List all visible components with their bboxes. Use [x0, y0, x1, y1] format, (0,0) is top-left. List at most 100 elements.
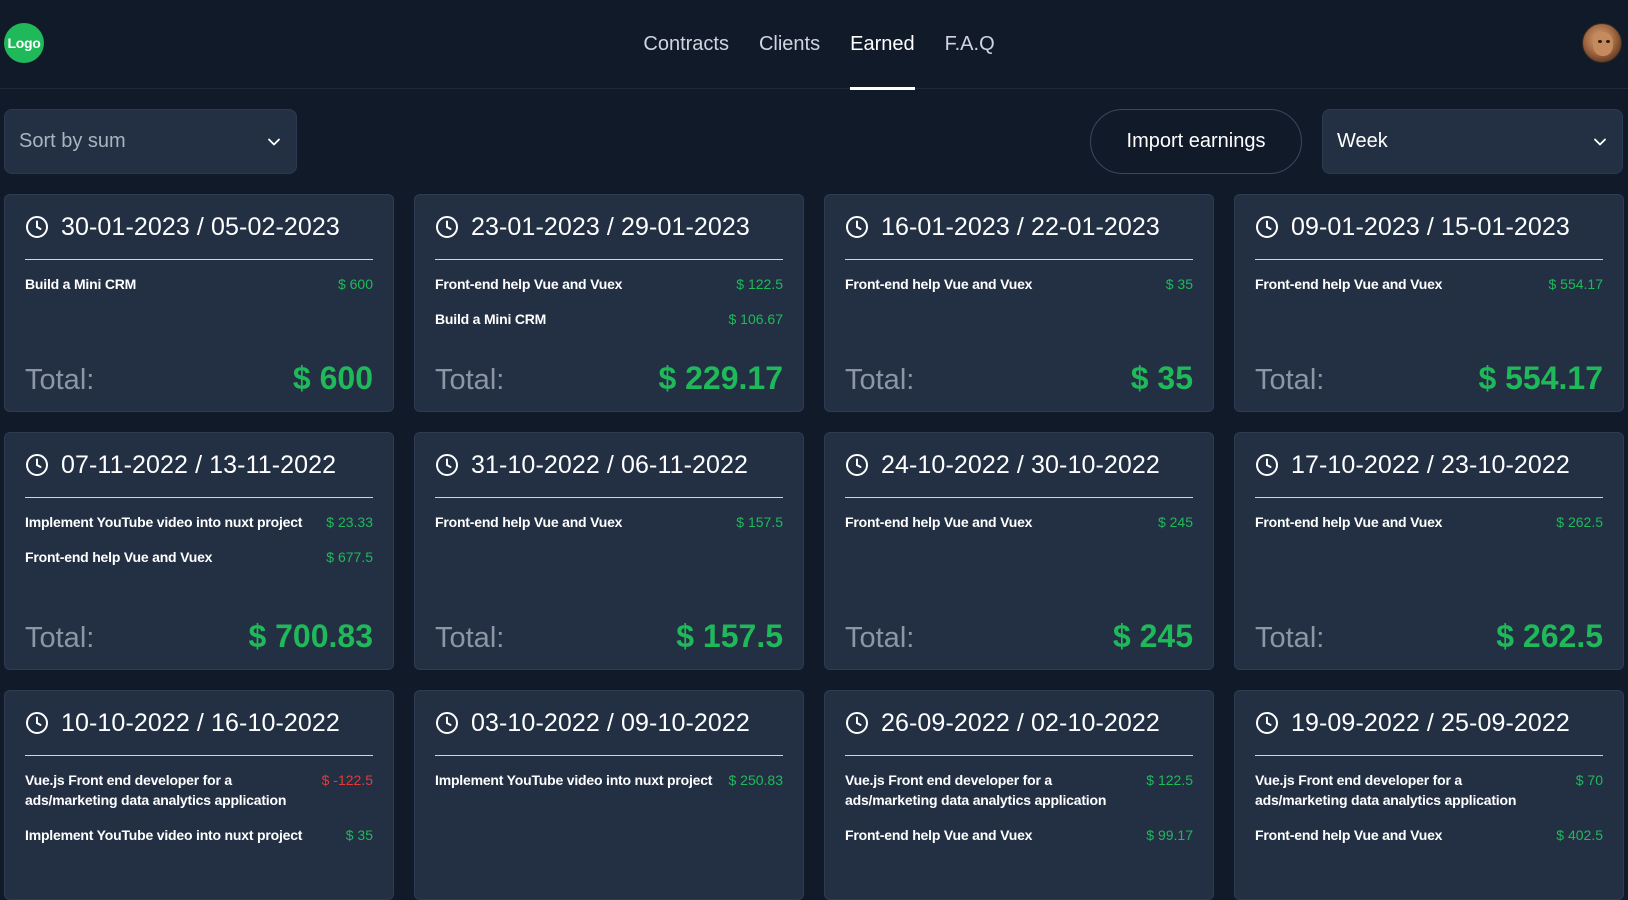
card-items: Implement YouTube video into nuxt projec… [25, 498, 373, 567]
user-avatar[interactable] [1582, 23, 1622, 63]
list-item: Implement YouTube video into nuxt projec… [25, 825, 373, 845]
avatar-eye [1598, 40, 1602, 43]
list-item: Front-end help Vue and Vuex $ 554.17 [1255, 274, 1603, 294]
total-label: Total: [435, 364, 505, 396]
earning-card: 03-10-2022 / 09-10-2022 Implement YouTube… [414, 690, 804, 900]
item-name: Build a Mini CRM [25, 276, 137, 292]
total-label: Total: [845, 622, 915, 654]
card-header: 23-01-2023 / 29-01-2023 [435, 195, 783, 260]
nav-earned[interactable]: Earned [850, 0, 915, 90]
card-items: Front-end help Vue and Vuex $ 35 [845, 260, 1193, 294]
item-name: Front-end help Vue and Vuex [845, 276, 1033, 292]
total-value: $ 600 [292, 360, 373, 396]
clock-icon [846, 712, 868, 734]
card-total: Total: $ 262.5 [1255, 618, 1603, 655]
avatar-face [1593, 32, 1613, 56]
card-header: 26-09-2022 / 02-10-2022 [845, 691, 1193, 756]
top-header: Logo Contracts Clients Earned F.A.Q [0, 0, 1628, 90]
clock-icon [846, 454, 868, 476]
list-item: Front-end help Vue and Vuex $ 262.5 [1255, 512, 1603, 532]
card-header: 03-10-2022 / 09-10-2022 [435, 691, 783, 756]
item-amount: $ 35 [345, 827, 373, 843]
clock-icon [846, 216, 868, 238]
clock-icon [1256, 712, 1278, 734]
clock-icon [26, 216, 48, 238]
card-period: 17-10-2022 / 23-10-2022 [1291, 450, 1570, 479]
item-amount: $ 245 [1157, 514, 1193, 530]
card-items: Vue.js Front end developer for a ads/mar… [1255, 756, 1603, 845]
item-amount: $ 122.5 [736, 276, 783, 292]
item-name: Implement YouTube video into nuxt projec… [435, 772, 713, 788]
earning-card: 17-10-2022 / 23-10-2022 Front-end help Vu… [1234, 432, 1624, 670]
card-header: 09-01-2023 / 15-01-2023 [1255, 195, 1603, 260]
item-amount: $ 250.83 [728, 772, 784, 788]
earning-card: 31-10-2022 / 06-11-2022 Front-end help Vu… [414, 432, 804, 670]
item-name: Front-end help Vue and Vuex [1255, 827, 1443, 843]
earning-card: 30-01-2023 / 05-02-2023 Build a Mini CRM $… [4, 194, 394, 412]
list-item: Build a Mini CRM $ 106.67 [435, 309, 783, 329]
card-period: 19-09-2022 / 25-09-2022 [1291, 708, 1570, 737]
clock-icon [26, 454, 48, 476]
card-header: 16-01-2023 / 22-01-2023 [845, 195, 1193, 260]
card-items: Build a Mini CRM $ 600 [25, 260, 373, 294]
earning-card: 19-09-2022 / 25-09-2022 Vue.js Front end … [1234, 690, 1624, 900]
card-total: Total: $ 554.17 [1255, 360, 1603, 397]
item-name: Implement YouTube video into nuxt projec… [25, 827, 303, 843]
card-header: 24-10-2022 / 30-10-2022 [845, 433, 1193, 498]
card-total: Total: $ 157.5 [435, 618, 783, 655]
item-name: Front-end help Vue and Vuex [25, 549, 213, 565]
card-total: Total: $ 600 [25, 360, 373, 397]
nav-faq[interactable]: F.A.Q [945, 0, 995, 89]
nav-clients[interactable]: Clients [759, 0, 820, 89]
clock-icon [1256, 454, 1278, 476]
nav-contracts[interactable]: Contracts [643, 0, 729, 89]
item-name: Front-end help Vue and Vuex [435, 514, 623, 530]
chevron-down-icon [268, 138, 280, 145]
card-period: 23-01-2023 / 29-01-2023 [471, 212, 750, 241]
item-name: Front-end help Vue and Vuex [1255, 276, 1443, 292]
list-item: Front-end help Vue and Vuex $ 402.5 [1255, 825, 1603, 845]
card-period: 10-10-2022 / 16-10-2022 [61, 708, 340, 737]
item-amount: $ 122.5 [1146, 772, 1193, 788]
clock-icon [436, 216, 458, 238]
item-name: Front-end help Vue and Vuex [1255, 514, 1443, 530]
list-item: Implement YouTube video into nuxt projec… [435, 770, 783, 790]
card-items: Front-end help Vue and Vuex $ 245 [845, 498, 1193, 532]
earning-card: 09-01-2023 / 15-01-2023 Front-end help Vu… [1234, 194, 1624, 412]
clock-icon [436, 454, 458, 476]
item-amount: $ 106.67 [728, 311, 784, 327]
total-label: Total: [1255, 622, 1325, 654]
logo[interactable]: Logo [4, 23, 44, 63]
total-value: $ 245 [1112, 618, 1193, 654]
total-value: $ 229.17 [658, 360, 783, 396]
item-name: Front-end help Vue and Vuex [435, 276, 623, 292]
card-items: Front-end help Vue and Vuex $ 122.5 Build … [435, 260, 783, 329]
card-period: 07-11-2022 / 13-11-2022 [61, 450, 337, 479]
earning-card: 16-01-2023 / 22-01-2023 Front-end help Vu… [824, 194, 1214, 412]
clock-icon [26, 712, 48, 734]
item-name: Implement YouTube video into nuxt projec… [25, 514, 303, 530]
period-select[interactable]: Week [1322, 109, 1623, 174]
item-name: Vue.js Front end developer for a ads/mar… [845, 772, 1107, 808]
list-item: Vue.js Front end developer for a ads/mar… [1255, 770, 1603, 810]
item-amount: $ 35 [1165, 276, 1193, 292]
import-earnings-button[interactable]: Import earnings [1090, 109, 1302, 174]
sort-select[interactable]: Sort by sum [4, 109, 297, 174]
list-item: Implement YouTube video into nuxt projec… [25, 512, 373, 532]
list-item: Front-end help Vue and Vuex $ 122.5 [435, 274, 783, 294]
total-label: Total: [25, 622, 95, 654]
item-amount: $ 554.17 [1548, 276, 1604, 292]
card-period: 26-09-2022 / 02-10-2022 [881, 708, 1160, 737]
item-name: Build a Mini CRM [435, 311, 547, 327]
card-header: 19-09-2022 / 25-09-2022 [1255, 691, 1603, 756]
card-header: 10-10-2022 / 16-10-2022 [25, 691, 373, 756]
total-value: $ 554.17 [1478, 360, 1603, 396]
list-item: Front-end help Vue and Vuex $ 157.5 [435, 512, 783, 532]
chevron-down-icon [1594, 138, 1606, 145]
card-header: 17-10-2022 / 23-10-2022 [1255, 433, 1603, 498]
earning-card: 07-11-2022 / 13-11-2022 Implement YouTube… [4, 432, 394, 670]
card-items: Front-end help Vue and Vuex $ 262.5 [1255, 498, 1603, 532]
item-amount: $ 99.17 [1146, 827, 1193, 843]
item-amount: $ 262.5 [1556, 514, 1603, 530]
card-period: 24-10-2022 / 30-10-2022 [881, 450, 1160, 479]
